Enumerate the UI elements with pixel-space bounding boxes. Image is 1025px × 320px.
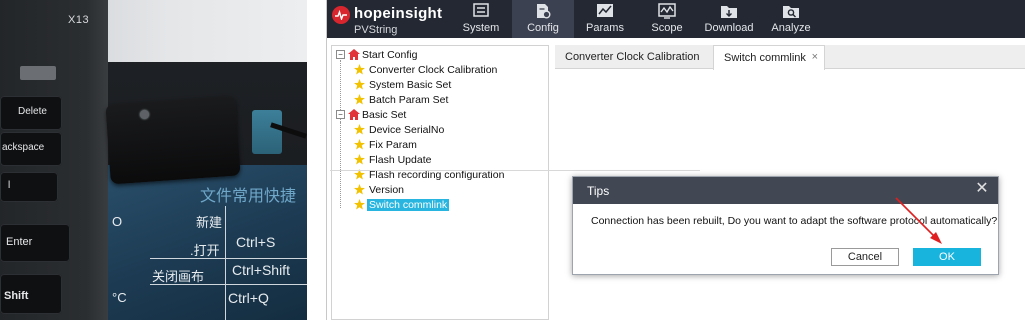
tree-label: Flash Update — [369, 154, 432, 166]
nav-analyze[interactable]: Analyze — [760, 0, 822, 38]
star-icon — [354, 124, 365, 135]
star-icon — [354, 139, 365, 150]
nav-label: System — [462, 22, 500, 34]
tab-label: Converter Clock Calibration — [565, 51, 700, 63]
keyboard-key-l: l — [0, 172, 58, 202]
tree-label: Fix Param — [369, 139, 417, 151]
tree-label: Basic Set — [362, 109, 407, 121]
collapse-toggle[interactable]: − — [336, 50, 345, 59]
main-nav: System Config Params Scope Download Anal… — [450, 0, 822, 38]
keyboard-key-shift: Shift — [0, 274, 62, 314]
cable-connector — [252, 110, 282, 154]
keyboard-key-backspace: ackspace — [0, 132, 62, 166]
brand-logo-icon — [332, 6, 350, 24]
ok-button[interactable]: OK — [913, 248, 981, 266]
dialog-message: Connection has been rebuilt, Do you want… — [591, 215, 998, 227]
close-icon[interactable]: ✕ — [974, 181, 990, 197]
collapse-toggle[interactable]: − — [336, 110, 345, 119]
brand: hopeinsight PVString — [332, 4, 450, 36]
usb-dongle — [105, 95, 241, 185]
nav-label: Analyze — [771, 22, 811, 34]
mat-shortcut: Ctrl+Shift — [232, 262, 290, 278]
top-toolbar: hopeinsight PVString System Config Param… — [327, 0, 1025, 38]
key-label: Enter — [6, 236, 33, 248]
star-icon — [354, 79, 365, 90]
nav-download[interactable]: Download — [698, 0, 760, 38]
mat-text: .打开 — [190, 243, 220, 258]
scope-icon — [658, 3, 676, 19]
tree-node-flash-update[interactable]: Flash Update — [342, 153, 547, 168]
star-icon — [354, 64, 365, 75]
hardware-photo: X13 Delete ackspace l Enter Shift 文件常用快捷… — [0, 0, 307, 320]
mat-glyph: O — [112, 214, 123, 229]
dongle-led — [140, 110, 149, 119]
nav-scope[interactable]: Scope — [636, 0, 698, 38]
analyze-icon — [783, 6, 799, 18]
mat-heading: 文件常用快捷 — [200, 188, 297, 205]
key-label: Delete — [18, 106, 47, 117]
home-icon — [348, 49, 360, 60]
keyboard-key-enter: Enter — [0, 224, 70, 262]
params-icon — [597, 4, 613, 17]
mat-divider — [150, 258, 307, 259]
tree-node-system-basic-set[interactable]: System Basic Set — [342, 78, 547, 93]
star-icon — [354, 154, 365, 165]
tree-label: Start Config — [362, 49, 418, 61]
mat-divider — [225, 206, 226, 320]
mat-text: 新建 — [196, 215, 223, 230]
tab-label: Switch commlink — [724, 52, 806, 64]
key-label: Shift — [4, 290, 29, 302]
download-icon — [721, 6, 737, 18]
tree-label: Converter Clock Calibration — [369, 64, 498, 76]
config-icon — [537, 4, 551, 19]
tree-node-start-config[interactable]: − Start Config — [334, 48, 544, 63]
nav-label: Params — [586, 22, 624, 34]
nav-system[interactable]: System — [450, 0, 512, 38]
keyboard-key-delete: Delete — [0, 96, 62, 130]
tab-close-icon[interactable]: × — [812, 51, 818, 63]
tree-node-device-serialno[interactable]: Device SerialNo — [342, 123, 547, 138]
cancel-button[interactable]: Cancel — [831, 248, 899, 266]
tab-bar: Converter Clock Calibration Switch comml… — [555, 45, 1025, 70]
dialog-header: Tips ✕ — [573, 177, 998, 204]
tab-converter-clock-calibration[interactable]: Converter Clock Calibration — [555, 45, 703, 69]
nav-label: Download — [704, 22, 754, 34]
mat-shortcut: Ctrl+S — [236, 234, 276, 250]
tree-node-fix-param[interactable]: Fix Param — [342, 138, 547, 153]
brand-name: hopeinsight — [354, 5, 443, 22]
tree-node-basic-set[interactable]: − Basic Set — [334, 108, 544, 123]
dialog-title: Tips — [587, 184, 610, 198]
tree-label: Batch Param Set — [369, 94, 449, 106]
key-label: l — [8, 180, 11, 191]
usb-port — [20, 66, 56, 80]
key-label: ackspace — [2, 142, 45, 153]
nav-label: Scope — [651, 22, 683, 34]
nav-label: Config — [527, 22, 559, 34]
tree-node-batch-param-set[interactable]: Batch Param Set — [342, 93, 547, 108]
nav-params[interactable]: Params — [574, 0, 636, 38]
tips-dialog: Tips ✕ Connection has been rebuilt, Do y… — [572, 176, 999, 275]
tab-switch-commlink[interactable]: Switch commlink × — [713, 45, 825, 70]
laptop-model-label: X13 — [68, 14, 90, 26]
tree-label: System Basic Set — [369, 79, 452, 91]
nav-config[interactable]: Config — [512, 0, 574, 38]
brand-subtitle: PVString — [354, 24, 398, 36]
mat-text: 关闭画布 — [152, 269, 205, 284]
system-icon — [473, 3, 489, 17]
mat-shortcut: Ctrl+Q — [228, 290, 269, 306]
tree-node-converter-clock-calibration[interactable]: Converter Clock Calibration — [342, 63, 547, 78]
home-icon — [348, 109, 360, 120]
tree-label: Device SerialNo — [369, 124, 445, 136]
mat-glyph: °C — [112, 290, 127, 305]
star-icon — [354, 94, 365, 105]
